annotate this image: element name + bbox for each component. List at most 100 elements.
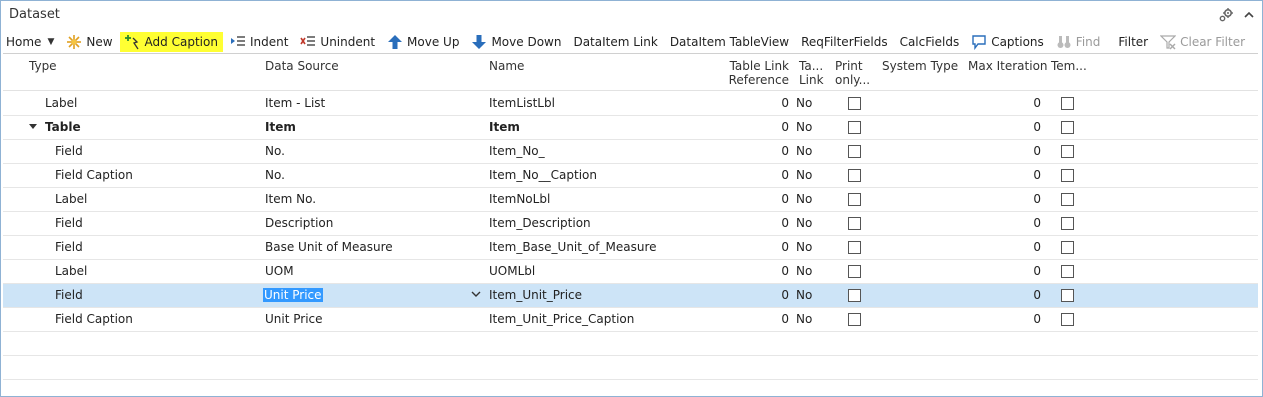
- cell-data-source[interactable]: Unit Price: [265, 312, 323, 326]
- cell-data-source[interactable]: No.: [265, 168, 285, 182]
- cell-max-iteration[interactable]: 0: [1011, 240, 1041, 254]
- table-row[interactable]: Field Base Unit of Measure Item_Base_Uni…: [3, 236, 1258, 260]
- empty-row[interactable]: [3, 356, 1258, 380]
- cell-data-source-selected-text[interactable]: Unit Price: [263, 288, 323, 302]
- table-row[interactable]: Field Caption No. Item_No__Caption 0 No …: [3, 164, 1258, 188]
- expand-collapse-icon[interactable]: [29, 124, 37, 129]
- cell-ta-link[interactable]: No: [796, 288, 812, 302]
- cell-data-source[interactable]: Item No.: [265, 192, 316, 206]
- cell-table-link-reference[interactable]: 0: [759, 312, 789, 326]
- col-header-max-iteration[interactable]: Max Iteration: [968, 59, 1048, 73]
- filter-button[interactable]: Filter: [1113, 32, 1153, 52]
- cell-data-source[interactable]: Description: [265, 216, 333, 230]
- new-button[interactable]: New: [61, 32, 117, 52]
- cell-max-iteration[interactable]: 0: [1011, 264, 1041, 278]
- print-only-checkbox[interactable]: [848, 121, 861, 134]
- clear-filter-button[interactable]: Clear Filter: [1155, 32, 1250, 52]
- collapse-chevron-icon[interactable]: [1244, 10, 1254, 20]
- cell-name[interactable]: Item_Unit_Price: [489, 288, 582, 302]
- cell-name[interactable]: Item: [489, 120, 520, 134]
- cell-max-iteration[interactable]: 0: [1011, 288, 1041, 302]
- cell-table-link-reference[interactable]: 0: [759, 96, 789, 110]
- captions-button[interactable]: Captions: [966, 32, 1049, 52]
- print-only-checkbox[interactable]: [848, 193, 861, 206]
- cell-name[interactable]: Item_Unit_Price_Caption: [489, 312, 634, 326]
- cell-name[interactable]: Item_No_: [489, 144, 545, 158]
- calcfields-button[interactable]: CalcFields: [895, 32, 965, 52]
- dataitem-link-button[interactable]: DataItem Link: [568, 32, 662, 52]
- cell-max-iteration[interactable]: 0: [1011, 312, 1041, 326]
- cell-name[interactable]: Item_Base_Unit_of_Measure: [489, 240, 657, 254]
- cell-name[interactable]: Item_Description: [489, 216, 591, 230]
- cell-ta-link[interactable]: No: [796, 240, 812, 254]
- tem-checkbox[interactable]: [1061, 169, 1074, 182]
- cell-ta-link[interactable]: No: [796, 96, 812, 110]
- cell-max-iteration[interactable]: 0: [1011, 192, 1041, 206]
- cell-ta-link[interactable]: No: [796, 168, 812, 182]
- table-row[interactable]: Field No. Item_No_ 0 No 0: [3, 140, 1258, 164]
- col-header-table-link-reference[interactable]: Table Link Reference: [723, 59, 789, 87]
- cell-ta-link[interactable]: No: [796, 144, 812, 158]
- cell-table-link-reference[interactable]: 0: [759, 168, 789, 182]
- print-only-checkbox[interactable]: [848, 217, 861, 230]
- cell-table-link-reference[interactable]: 0: [759, 264, 789, 278]
- cell-name[interactable]: UOMLbl: [489, 264, 535, 278]
- cell-data-source[interactable]: UOM: [265, 264, 294, 278]
- tem-checkbox[interactable]: [1061, 121, 1074, 134]
- dataitem-tableview-button[interactable]: DataItem TableView: [665, 32, 794, 52]
- unindent-button[interactable]: Unindent: [295, 32, 380, 52]
- cell-data-source[interactable]: Base Unit of Measure: [265, 240, 393, 254]
- cell-table-link-reference[interactable]: 0: [759, 216, 789, 230]
- col-header-ta-link[interactable]: Ta... Link: [799, 59, 824, 87]
- cell-table-link-reference[interactable]: 0: [759, 192, 789, 206]
- tem-checkbox[interactable]: [1061, 289, 1074, 302]
- cell-max-iteration[interactable]: 0: [1011, 216, 1041, 230]
- col-header-data-source[interactable]: Data Source: [265, 59, 339, 73]
- cell-table-link-reference[interactable]: 0: [759, 120, 789, 134]
- cell-table-link-reference[interactable]: 0: [759, 240, 789, 254]
- tem-checkbox[interactable]: [1061, 313, 1074, 326]
- cell-ta-link[interactable]: No: [796, 264, 812, 278]
- col-header-tem[interactable]: Tem...: [1051, 59, 1087, 73]
- cell-max-iteration[interactable]: 0: [1011, 144, 1041, 158]
- cell-data-source[interactable]: No.: [265, 144, 285, 158]
- table-row[interactable]: Field Caption Unit Price Item_Unit_Price…: [3, 308, 1258, 332]
- table-row[interactable]: Label Item - List ItemListLbl 0 No 0: [3, 92, 1258, 116]
- empty-row[interactable]: [3, 332, 1258, 356]
- col-header-print-only[interactable]: Print only...: [835, 59, 870, 87]
- indent-button[interactable]: Indent: [225, 32, 293, 52]
- print-only-checkbox[interactable]: [848, 241, 861, 254]
- col-header-system-type[interactable]: System Type: [882, 59, 958, 73]
- tem-checkbox[interactable]: [1061, 241, 1074, 254]
- move-up-button[interactable]: Move Up: [382, 32, 464, 52]
- cell-table-link-reference[interactable]: 0: [759, 144, 789, 158]
- print-only-checkbox[interactable]: [848, 265, 861, 278]
- col-header-type[interactable]: Type: [29, 59, 57, 73]
- cell-ta-link[interactable]: No: [796, 216, 812, 230]
- cell-max-iteration[interactable]: 0: [1011, 120, 1041, 134]
- print-only-checkbox[interactable]: [848, 169, 861, 182]
- table-row[interactable]: Table Item Item 0 No 0: [3, 116, 1258, 140]
- cell-data-source-editor[interactable]: Unit Price: [263, 288, 323, 302]
- dropdown-chevron-icon[interactable]: [471, 289, 481, 299]
- cell-ta-link[interactable]: No: [796, 192, 812, 206]
- cell-name[interactable]: ItemListLbl: [489, 96, 555, 110]
- tem-checkbox[interactable]: [1061, 193, 1074, 206]
- tem-checkbox[interactable]: [1061, 265, 1074, 278]
- tem-checkbox[interactable]: [1061, 145, 1074, 158]
- cell-ta-link[interactable]: No: [796, 120, 812, 134]
- table-row[interactable]: Field Description Item_Description 0 No …: [3, 212, 1258, 236]
- cell-max-iteration[interactable]: 0: [1011, 96, 1041, 110]
- add-caption-button[interactable]: Add Caption: [119, 32, 223, 52]
- empty-row[interactable]: [3, 380, 1258, 396]
- print-only-checkbox[interactable]: [848, 145, 861, 158]
- table-row-selected[interactable]: Field Unit Price Item_Unit_Price 0 No 0: [3, 284, 1258, 308]
- table-row[interactable]: Label UOM UOMLbl 0 No 0: [3, 260, 1258, 284]
- cell-max-iteration[interactable]: 0: [1011, 168, 1041, 182]
- cell-name[interactable]: ItemNoLbl: [489, 192, 550, 206]
- tem-checkbox[interactable]: [1061, 97, 1074, 110]
- cell-name[interactable]: Item_No__Caption: [489, 168, 597, 182]
- tem-checkbox[interactable]: [1061, 217, 1074, 230]
- cell-data-source[interactable]: Item: [265, 120, 296, 134]
- col-header-name[interactable]: Name: [489, 59, 524, 73]
